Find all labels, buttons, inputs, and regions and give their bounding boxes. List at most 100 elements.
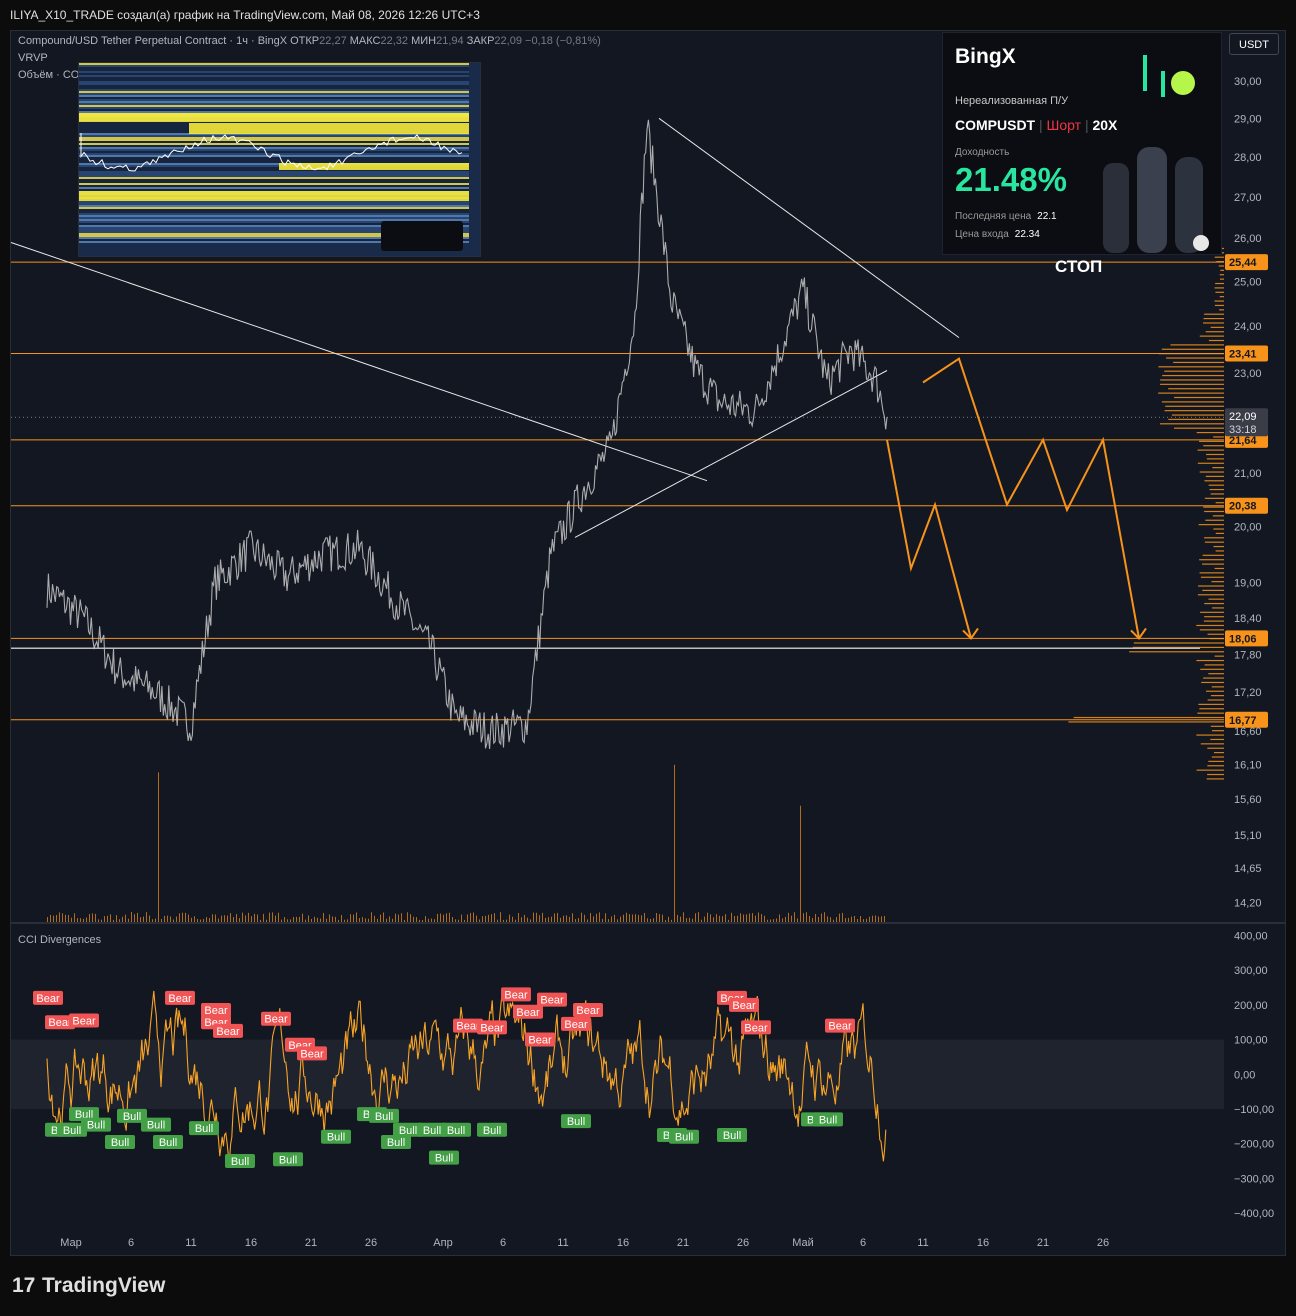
volume-bar bbox=[599, 912, 600, 922]
volume-bar bbox=[854, 915, 855, 922]
price-tick-label: 29,00 bbox=[1234, 113, 1262, 125]
liquidation-heatmap-image bbox=[78, 62, 481, 257]
volume-bar bbox=[323, 912, 324, 922]
profile-bar bbox=[1129, 651, 1224, 653]
volume-bar bbox=[263, 913, 264, 922]
volume-bar bbox=[590, 913, 591, 922]
heatmap-row bbox=[79, 209, 469, 211]
bull-signal-label: Bull bbox=[123, 1111, 141, 1123]
players-image bbox=[1103, 147, 1209, 253]
legend-vrvp[interactable]: VRVP bbox=[18, 52, 48, 64]
heatmap-row bbox=[79, 211, 469, 213]
heatmap-row bbox=[79, 111, 469, 113]
volume-bar bbox=[137, 912, 138, 922]
profile-bar bbox=[1073, 716, 1224, 719]
bear-signal-label: Bear bbox=[528, 1035, 552, 1047]
bear-signal-label: Bear bbox=[564, 1019, 588, 1031]
volume-bar bbox=[797, 918, 798, 922]
ball-icon bbox=[1171, 71, 1195, 95]
volume-bar bbox=[206, 917, 207, 922]
profile-bar bbox=[1214, 304, 1224, 307]
football-icon bbox=[1193, 235, 1209, 251]
player-silhouette bbox=[1103, 163, 1129, 253]
volume-bar bbox=[629, 914, 630, 922]
volume-bar bbox=[749, 913, 750, 922]
price-tick-label: 27,00 bbox=[1234, 192, 1262, 204]
heatmap-row bbox=[79, 95, 469, 97]
volume-bar bbox=[431, 918, 432, 922]
volume-bar bbox=[770, 919, 771, 922]
price-tick-label: 26,00 bbox=[1234, 233, 1262, 245]
volume-bar bbox=[701, 919, 702, 922]
volume-bar bbox=[869, 916, 870, 922]
indicator-title: CCI Divergences bbox=[18, 934, 102, 946]
volume-bar bbox=[500, 912, 501, 922]
trendline bbox=[658, 117, 960, 339]
profile-bar bbox=[1213, 436, 1224, 438]
price-axis[interactable]: 31,0030,0029,0028,0027,0026,0025,0024,00… bbox=[1234, 40, 1262, 909]
volume-bar bbox=[728, 919, 729, 922]
volume-bars bbox=[47, 764, 885, 922]
profile-bar bbox=[1215, 550, 1224, 552]
heatmap-row bbox=[79, 77, 469, 79]
time-tick-label: 11 bbox=[185, 1237, 196, 1249]
volume-bar bbox=[299, 916, 300, 922]
bull-signal-label: Bull bbox=[399, 1125, 417, 1137]
volume-bar bbox=[440, 913, 441, 922]
volume-bar bbox=[332, 916, 333, 922]
heatmap-row bbox=[79, 109, 469, 111]
pair: COMPUSDT bbox=[955, 117, 1036, 133]
volume-bar bbox=[725, 914, 726, 922]
price-tick-label: 23,00 bbox=[1234, 368, 1262, 380]
price-tick-label: 15,60 bbox=[1234, 794, 1262, 806]
heatmap-row bbox=[79, 171, 469, 173]
profile-bar bbox=[1215, 291, 1224, 293]
time-tick-label: 11 bbox=[557, 1237, 568, 1249]
heatmap-row bbox=[79, 151, 469, 153]
profile-bar bbox=[1204, 616, 1224, 618]
heatmap-row bbox=[79, 215, 469, 217]
profile-bar bbox=[1209, 488, 1224, 491]
volume-bar bbox=[881, 916, 882, 922]
volume-bar bbox=[512, 916, 513, 922]
legend-symbol-row: Compound/USD Tether Perpetual Contract ·… bbox=[18, 35, 601, 47]
heatmap-row bbox=[79, 135, 469, 137]
volume-bar bbox=[743, 914, 744, 922]
volume-bar bbox=[377, 918, 378, 922]
entry-price-label: Цена входа bbox=[955, 229, 1009, 240]
cci-axis[interactable]: 400,00 300,00 200,00 100,00 0,00 −100,00 −200,… bbox=[1234, 930, 1274, 1220]
volume-bar bbox=[722, 916, 723, 922]
heatmap-row bbox=[79, 99, 469, 101]
volume-bar bbox=[776, 918, 777, 922]
volume-bar bbox=[161, 918, 162, 922]
bull-signal-label: Bull bbox=[447, 1125, 465, 1137]
volume-bar bbox=[833, 919, 834, 922]
profile-bar bbox=[1207, 747, 1224, 749]
time-axis[interactable]: Мар 6 11 16 21 26 Апр 6 11 16 21 26 Май 6 11 16 21 26 bbox=[60, 1237, 1109, 1249]
volume-bar bbox=[635, 914, 636, 922]
bear-signal-label: Bear bbox=[48, 1017, 72, 1029]
bull-signal-label: Bull bbox=[435, 1153, 453, 1165]
heatmap-row bbox=[79, 217, 469, 219]
volume-bar bbox=[614, 914, 615, 922]
price-tick-label: 16,10 bbox=[1234, 760, 1262, 772]
volume-bar bbox=[536, 912, 537, 922]
bear-signal-label: Bear bbox=[732, 1000, 756, 1012]
profile-bar bbox=[1205, 331, 1224, 333]
bear-signal-label: Bear bbox=[540, 995, 564, 1007]
volume-bar bbox=[182, 912, 183, 922]
volume-bar bbox=[89, 913, 90, 922]
volume-bar bbox=[47, 917, 48, 922]
volume-bar bbox=[845, 918, 846, 922]
volume-bar bbox=[74, 913, 75, 922]
currency-button[interactable]: USDT bbox=[1229, 33, 1279, 55]
countdown-label: 33:18 bbox=[1229, 424, 1257, 436]
time-tick-label: Мар bbox=[60, 1237, 82, 1249]
bull-signal-label: Bull bbox=[567, 1116, 585, 1128]
profile-bar bbox=[1204, 602, 1224, 605]
bull-signal-label: Bull bbox=[279, 1154, 297, 1166]
volume-bar bbox=[644, 912, 645, 922]
volume-bar bbox=[233, 917, 234, 922]
profile-bar bbox=[1210, 695, 1224, 697]
profile-bar bbox=[1200, 576, 1224, 578]
